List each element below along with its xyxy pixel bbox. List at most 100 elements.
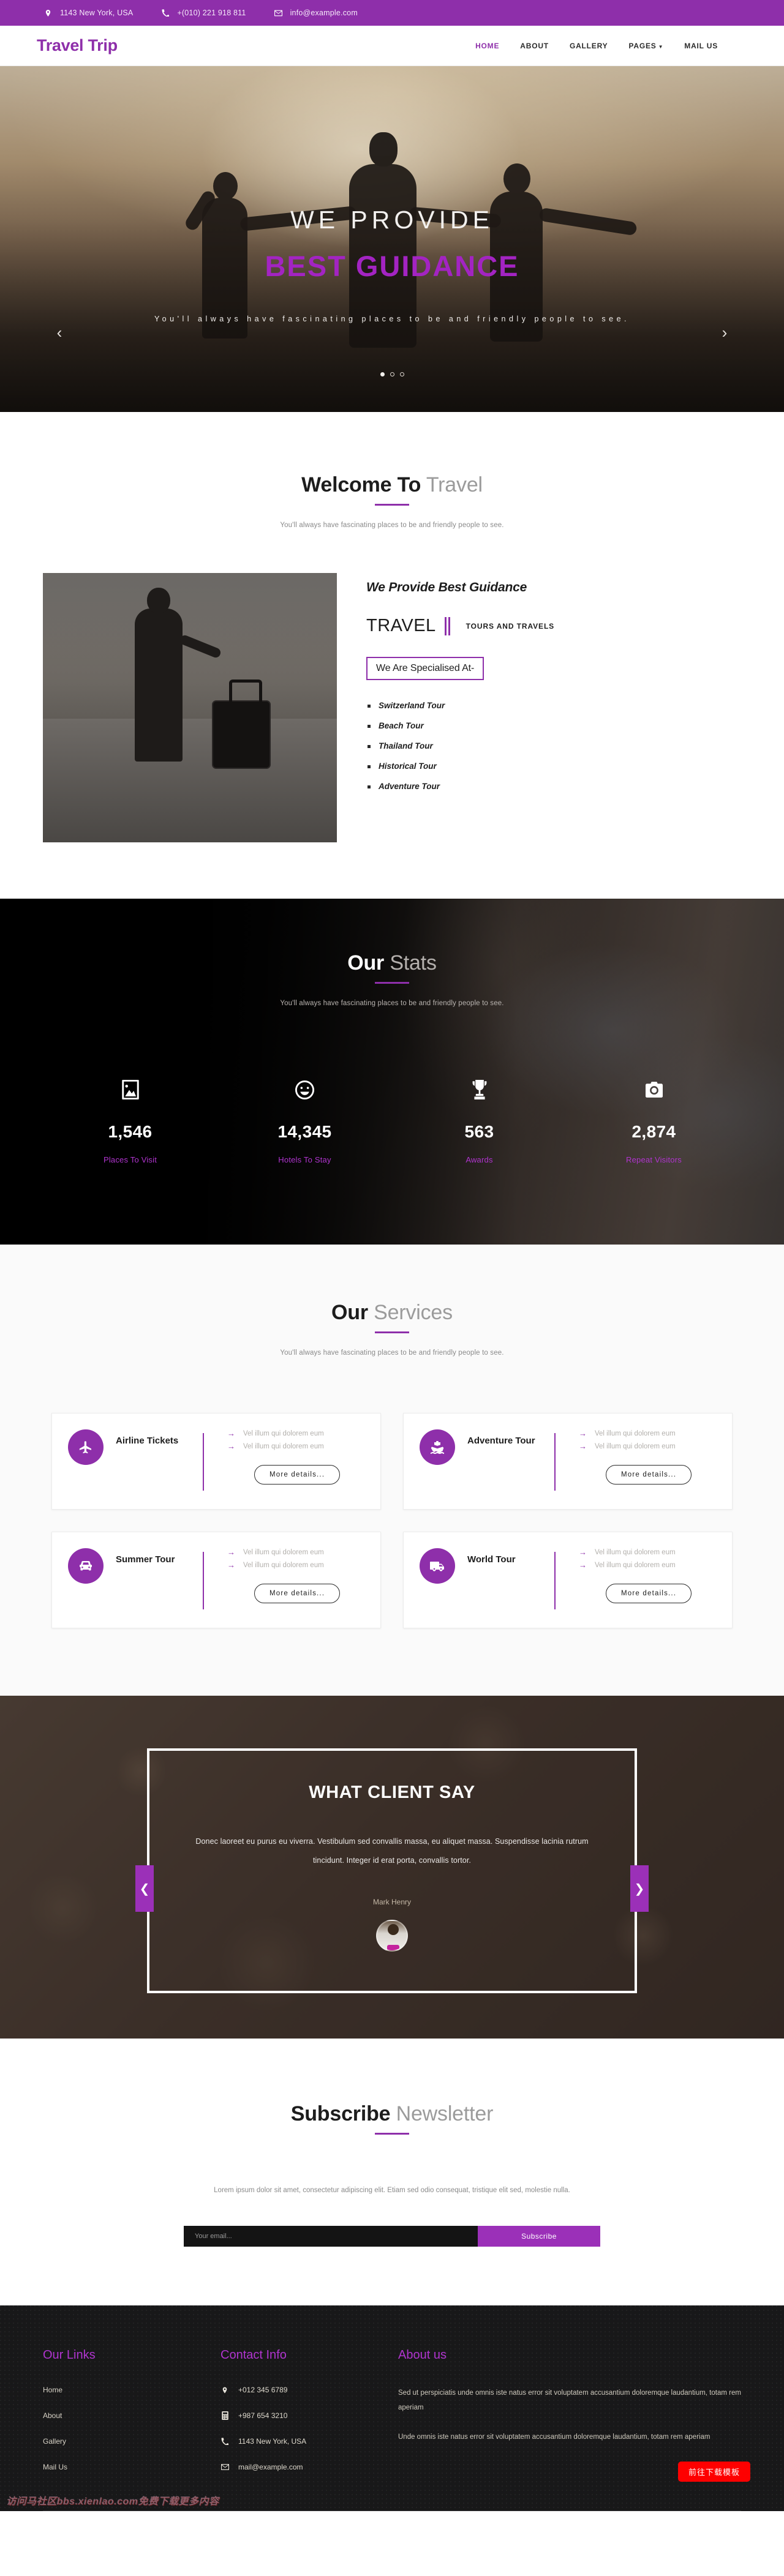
subscribe-button[interactable]: Subscribe xyxy=(478,2226,600,2247)
stat-label: Repeat Visitors xyxy=(626,1155,682,1164)
testimonial-title: WHAT CLIENT SAY xyxy=(309,1783,475,1802)
topbar-phone: +(010) 221 918 811 xyxy=(161,9,246,17)
arrow-right-icon: → xyxy=(227,1548,235,1557)
arrow-right-icon: → xyxy=(579,1560,587,1570)
stat-value: 2,874 xyxy=(631,1122,676,1141)
testimonial-author: Mark Henry xyxy=(372,1897,411,1906)
avatar xyxy=(376,1919,408,1952)
top-info-bar: 1143 New York, USA +(010) 221 918 811 in… xyxy=(0,0,784,26)
stats-heading-block: Our Stats You'll always have fascinating… xyxy=(0,951,784,1007)
service-feature-text: Vel illum qui dolorem eum xyxy=(243,1561,324,1569)
subscribe-heading-block: Subscribe Newsletter xyxy=(0,2102,784,2135)
nav-item-gallery[interactable]: GALLERY xyxy=(570,42,608,50)
subscribe-heading-bold: Subscribe xyxy=(290,2102,391,2125)
service-feature: → Vel illum qui dolorem eum xyxy=(579,1548,714,1556)
footer-contact-text: 1143 New York, USA xyxy=(238,2437,307,2446)
service-divider xyxy=(203,1552,204,1609)
more-details-button[interactable]: More details... xyxy=(254,1465,341,1485)
stats-heading-underline xyxy=(375,982,409,984)
download-template-badge[interactable]: 前往下载模板 xyxy=(677,2462,750,2482)
mail-icon xyxy=(274,9,282,17)
hero-slider-dots xyxy=(0,372,784,376)
hero-dot-1[interactable] xyxy=(380,372,385,376)
welcome-title: We Provide Best Guidance xyxy=(366,580,527,594)
welcome-body: We Provide Best Guidance TRAVEL TOURS AN… xyxy=(43,573,741,899)
welcome-heading: Welcome To Travel xyxy=(0,473,784,497)
location-pin-icon xyxy=(44,9,52,17)
hero-dot-2[interactable] xyxy=(390,372,394,376)
service-feature-text: Vel illum qui dolorem eum xyxy=(243,1429,324,1437)
nav-item-home[interactable]: HOME xyxy=(475,42,499,50)
hero-next-arrow[interactable]: › xyxy=(715,323,734,342)
service-feature: → Vel illum qui dolorem eum xyxy=(579,1429,714,1437)
services-heading-bold: Our xyxy=(331,1301,368,1324)
subscribe-heading-light: Newsletter xyxy=(396,2102,494,2125)
services-heading-underline xyxy=(375,1331,409,1333)
welcome-subtitle: You'll always have fascinating places to… xyxy=(280,522,504,529)
hero-dot-3[interactable] xyxy=(399,372,404,376)
footer-link-mail-us[interactable]: Mail Us xyxy=(43,2463,221,2471)
nav-item-pages-label: PAGES xyxy=(628,41,657,50)
stats-heading-bold: Our xyxy=(347,951,385,975)
service-divider xyxy=(554,1433,556,1491)
service-divider xyxy=(203,1433,204,1491)
testimonial-prev-button[interactable]: ❮ xyxy=(135,1865,154,1912)
footer-link-about[interactable]: About xyxy=(43,2411,221,2420)
service-feature: → Vel illum qui dolorem eum xyxy=(579,1561,714,1569)
service-card-summer-tour[interactable]: Summer Tour → Vel illum qui dolorem eum … xyxy=(51,1532,381,1628)
service-feature-text: Vel illum qui dolorem eum xyxy=(595,1548,676,1556)
services-heading: Our Services xyxy=(0,1301,784,1325)
service-card-world-tour[interactable]: World Tour → Vel illum qui dolorem eum →… xyxy=(403,1532,733,1628)
email-field[interactable] xyxy=(184,2226,478,2247)
service-card-airline-tickets[interactable]: Airline Tickets → Vel illum qui dolorem … xyxy=(51,1413,381,1510)
services-heading-block: Our Services You'll always have fascinat… xyxy=(0,1301,784,1357)
phone-icon xyxy=(161,9,169,17)
footer-about-paragraph-1: Sed ut perspiciatis unde omnis iste natu… xyxy=(398,2389,741,2412)
more-details-button[interactable]: More details... xyxy=(606,1465,692,1485)
welcome-brand-bars-icon xyxy=(444,616,450,635)
stat-label: Places To Visit xyxy=(103,1155,157,1164)
mail-icon xyxy=(221,2464,229,2470)
arrow-right-icon: → xyxy=(579,1548,587,1557)
service-name: World Tour xyxy=(467,1554,516,1565)
airplane-icon xyxy=(68,1429,104,1465)
footer-contact-text: mail@example.com xyxy=(238,2463,303,2472)
nav-item-pages[interactable]: PAGES ▼ xyxy=(628,42,663,50)
footer-link-gallery[interactable]: Gallery xyxy=(43,2437,221,2446)
arrow-right-icon: → xyxy=(227,1442,235,1451)
more-details-button[interactable]: More details... xyxy=(606,1584,692,1603)
welcome-tour-list: Switzerland Tour Beach Tour Thailand Tou… xyxy=(366,701,741,791)
footer-contact-email: mail@example.com xyxy=(221,2463,398,2471)
car-icon xyxy=(68,1548,104,1584)
list-item: Beach Tour xyxy=(366,721,741,730)
nav-menu: HOME ABOUT GALLERY PAGES ▼ MAIL US xyxy=(475,42,740,50)
chevron-down-icon: ▼ xyxy=(658,43,664,50)
footer-link-home[interactable]: Home xyxy=(43,2386,221,2394)
service-name: Airline Tickets xyxy=(116,1436,179,1446)
site-footer: Our Links Home About Gallery Mail Us Con… xyxy=(0,2305,784,2512)
service-feature: → Vel illum qui dolorem eum xyxy=(227,1442,362,1450)
watermark: 访问马社区bbs.xienlao.com免费下载更多内容 xyxy=(6,2496,219,2507)
welcome-heading-underline xyxy=(375,504,409,506)
footer-contact-fax: +987 654 3210 xyxy=(221,2411,398,2421)
subscribe-heading-underline xyxy=(375,2133,409,2135)
service-card-adventure-tour[interactable]: Adventure Tour → Vel illum qui dolorem e… xyxy=(403,1413,733,1510)
stat-value: 1,546 xyxy=(108,1122,153,1141)
nav-item-mail-us[interactable]: MAIL US xyxy=(684,42,718,50)
service-name: Summer Tour xyxy=(116,1554,175,1565)
hero-content: WE PROVIDE BEST GUIDANCE You'll always h… xyxy=(0,206,784,323)
stats-inner: Our Stats You'll always have fascinating… xyxy=(0,899,784,1164)
hero-slider: WE PROVIDE BEST GUIDANCE You'll always h… xyxy=(0,66,784,412)
service-feature-text: Vel illum qui dolorem eum xyxy=(595,1442,676,1450)
stat-value: 563 xyxy=(464,1122,494,1141)
hero-prev-arrow[interactable]: ‹ xyxy=(50,323,69,342)
nav-item-about[interactable]: ABOUT xyxy=(520,42,549,50)
service-details: → Vel illum qui dolorem eum → Vel illum … xyxy=(579,1429,714,1485)
site-logo[interactable]: Travel Trip xyxy=(37,36,118,55)
subscribe-heading: Subscribe Newsletter xyxy=(0,2102,784,2126)
welcome-brand-row: TRAVEL TOURS AND TRAVELS xyxy=(366,616,741,636)
more-details-button[interactable]: More details... xyxy=(254,1584,341,1603)
stats-heading-light: Stats xyxy=(390,951,437,975)
testimonial-next-button[interactable]: ❯ xyxy=(630,1865,649,1912)
fax-icon xyxy=(221,2411,229,2421)
